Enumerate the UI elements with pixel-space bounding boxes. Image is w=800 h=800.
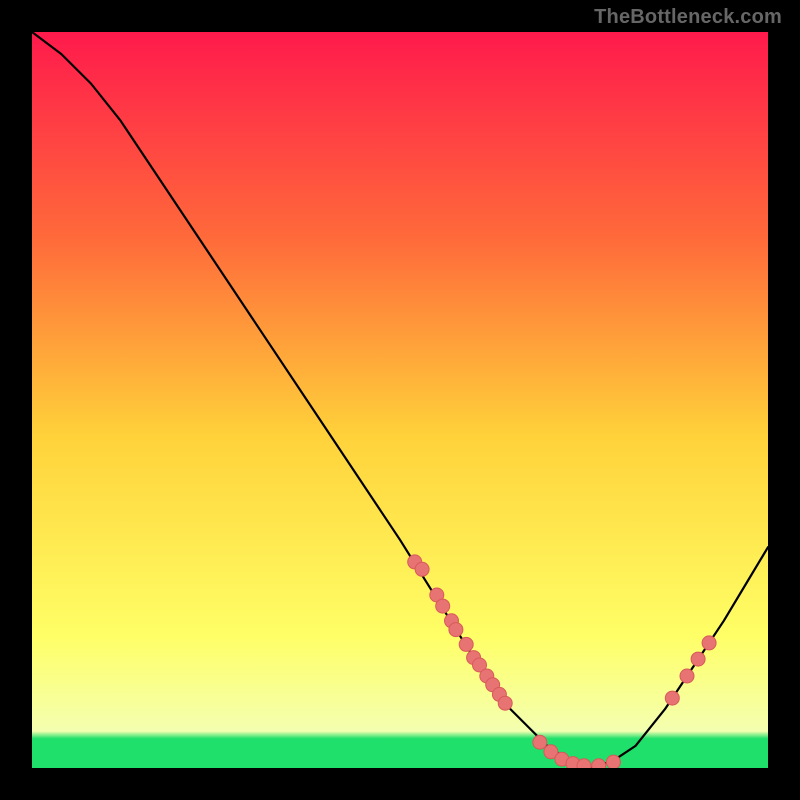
watermark-text: TheBottleneck.com xyxy=(594,6,782,29)
gradient-background xyxy=(32,32,768,768)
chart-svg xyxy=(32,32,768,768)
data-dot xyxy=(592,759,606,768)
data-dot xyxy=(533,735,547,749)
data-dot xyxy=(691,652,705,666)
data-dot xyxy=(665,691,679,705)
data-dot xyxy=(449,623,463,637)
data-dot xyxy=(680,669,694,683)
data-dot xyxy=(498,696,512,710)
plot-area xyxy=(32,32,768,768)
data-dot xyxy=(577,759,591,768)
data-dot xyxy=(459,637,473,651)
data-dot xyxy=(415,562,429,576)
data-dot xyxy=(436,599,450,613)
data-dot xyxy=(702,636,716,650)
data-dot xyxy=(606,755,620,768)
chart-frame: TheBottleneck.com xyxy=(0,0,800,800)
